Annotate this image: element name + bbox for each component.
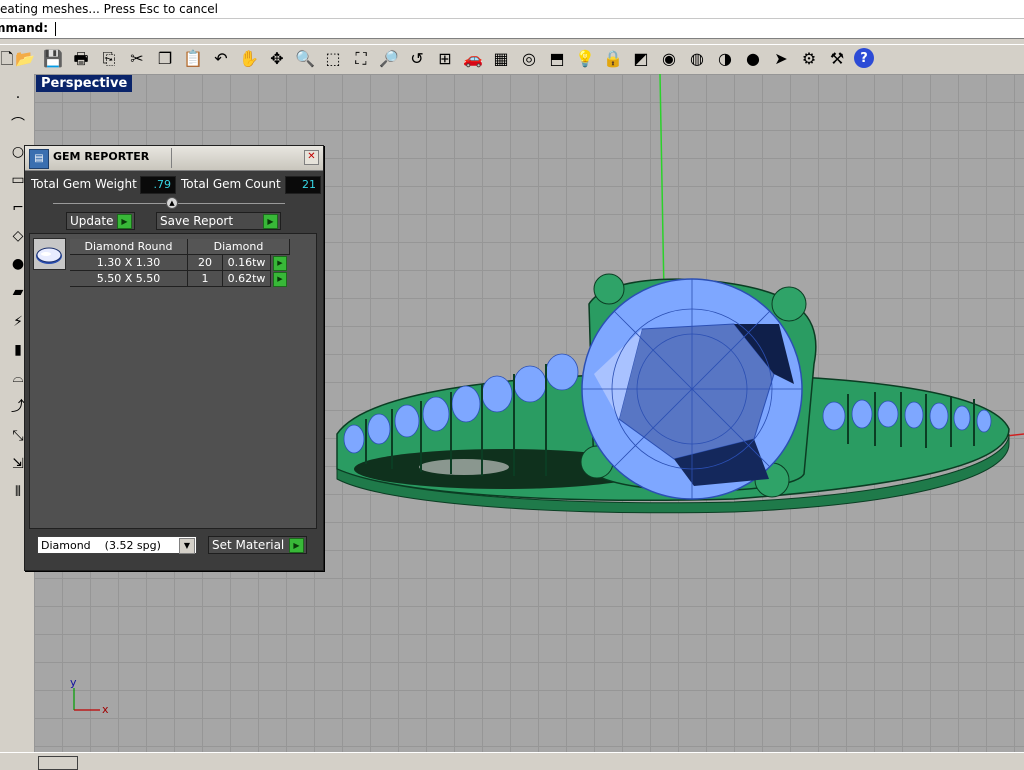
- row-1-select-arrow-icon[interactable]: ▶: [273, 256, 287, 271]
- lock-icon[interactable]: 🔒: [602, 48, 624, 70]
- zoom-icon[interactable]: 🔍: [294, 48, 316, 70]
- help-icon[interactable]: ?: [854, 48, 874, 68]
- car-icon[interactable]: 🚗: [462, 48, 484, 70]
- import-icon[interactable]: ⎘: [98, 48, 120, 70]
- set-material-button-label: Set Material: [212, 538, 285, 552]
- zoom-selected-icon[interactable]: 🔎: [378, 48, 400, 70]
- row-2-select-arrow-icon[interactable]: ▶: [273, 272, 287, 287]
- four-viewports-icon[interactable]: ⊞: [434, 48, 456, 70]
- close-icon[interactable]: ✕: [304, 150, 319, 165]
- chevron-down-icon[interactable]: ▼: [179, 538, 195, 554]
- set-material-button[interactable]: Set Material ▶: [208, 536, 307, 554]
- print-icon[interactable]: 🖶: [70, 48, 92, 70]
- settings-gear-icon[interactable]: ⚙: [798, 48, 820, 70]
- paste-icon[interactable]: 📋: [182, 48, 204, 70]
- gem-reporter-titlebar[interactable]: ▤ GEM REPORTER ✕: [25, 146, 323, 171]
- gem-list: Diamond Round Diamond 1.30 X 1.30 20 0.1…: [29, 233, 317, 529]
- options-icon[interactable]: ⚒: [826, 48, 848, 70]
- gem-reporter-panel: ▤ GEM REPORTER ✕ Total Gem Weight .79 To…: [24, 145, 324, 571]
- command-line[interactable]: mmand:: [0, 18, 1024, 39]
- pointer-icon[interactable]: ➤: [770, 48, 792, 70]
- shaded-sphere-icon[interactable]: ◑: [714, 48, 736, 70]
- undo-view-icon[interactable]: ↺: [406, 48, 428, 70]
- row-1-size: 1.30 X 1.30: [70, 255, 188, 271]
- titlebar-divider: [171, 148, 172, 168]
- status-bar: [0, 752, 1024, 770]
- total-gem-count-value: 21: [285, 176, 321, 194]
- rotate-view-icon[interactable]: ✥: [266, 48, 288, 70]
- axis-x-label: x: [102, 703, 109, 716]
- command-caret: [54, 21, 56, 36]
- total-gem-weight-value: .79: [140, 176, 176, 194]
- shape-icon[interactable]: ⬒: [546, 48, 568, 70]
- light-bulb-icon[interactable]: 💡: [574, 48, 596, 70]
- grid-icon[interactable]: ▦: [490, 48, 512, 70]
- status-text: eating meshes... Press Esc to cancel: [0, 2, 219, 16]
- play-arrow-icon: ▶: [289, 538, 304, 553]
- diamond-thumbnail: [33, 238, 66, 270]
- material-dropdown-value: Diamond (3.52 spg): [41, 539, 161, 552]
- wireframe-sphere-icon[interactable]: ◍: [686, 48, 708, 70]
- play-arrow-icon: ▶: [263, 214, 278, 229]
- update-button[interactable]: Update ▶: [66, 212, 135, 230]
- zoom-extents-icon[interactable]: ⛶: [350, 48, 372, 70]
- command-label: mmand:: [0, 21, 49, 35]
- zoom-window-icon[interactable]: ⬚: [322, 48, 344, 70]
- column-header-material: Diamond: [188, 239, 290, 255]
- copy-icon[interactable]: ❐: [154, 48, 176, 70]
- material-dropdown[interactable]: Diamond (3.52 spg) ▼: [37, 536, 197, 554]
- row-2-count: 1: [188, 271, 223, 287]
- column-header-shape: Diamond Round: [70, 239, 188, 255]
- save-report-button-label: Save Report: [160, 214, 234, 228]
- update-button-label: Update: [70, 214, 114, 228]
- gem-reporter-title: GEM REPORTER: [53, 150, 150, 163]
- circle-cursor-icon[interactable]: ◎: [518, 48, 540, 70]
- total-gem-weight-label: Total Gem Weight: [31, 177, 137, 191]
- color-wheel-icon[interactable]: ◉: [658, 48, 680, 70]
- gem-reporter-logo-icon: ▤: [29, 149, 49, 169]
- point-icon[interactable]: ·: [8, 88, 28, 108]
- main-toolbar: 🗋 📂 💾 🖶 ⎘ ✂ ❐ 📋 ↶ ✋ ✥ 🔍 ⬚ ⛶ 🔎 ↺ ⊞ 🚗 ▦ ◎ …: [0, 44, 1024, 75]
- open-folder-icon[interactable]: 📂: [14, 48, 36, 70]
- gem-preview-icon: [36, 247, 62, 264]
- curve-icon[interactable]: ⌒: [8, 114, 28, 134]
- save-icon[interactable]: 💾: [42, 48, 64, 70]
- pan-hand-icon[interactable]: ✋: [238, 48, 260, 70]
- render-sphere-icon[interactable]: ●: [742, 48, 764, 70]
- status-message: eating meshes... Press Esc to cancel: [0, 0, 1024, 18]
- play-arrow-icon: ▶: [117, 214, 132, 229]
- row-1-count: 20: [188, 255, 223, 271]
- save-report-button[interactable]: Save Report ▶: [156, 212, 281, 230]
- row-2-size: 5.50 X 5.50: [70, 271, 188, 287]
- splitter-knob[interactable]: ▲: [166, 197, 178, 209]
- total-gem-count-label: Total Gem Count: [181, 177, 281, 191]
- axis-y-label: y: [70, 676, 77, 689]
- cut-icon[interactable]: ✂: [126, 48, 148, 70]
- undo-icon[interactable]: ↶: [210, 48, 232, 70]
- layers-icon[interactable]: ◩: [630, 48, 652, 70]
- row-1-weight: 0.16tw: [223, 255, 271, 271]
- row-2-weight: 0.62tw: [223, 271, 271, 287]
